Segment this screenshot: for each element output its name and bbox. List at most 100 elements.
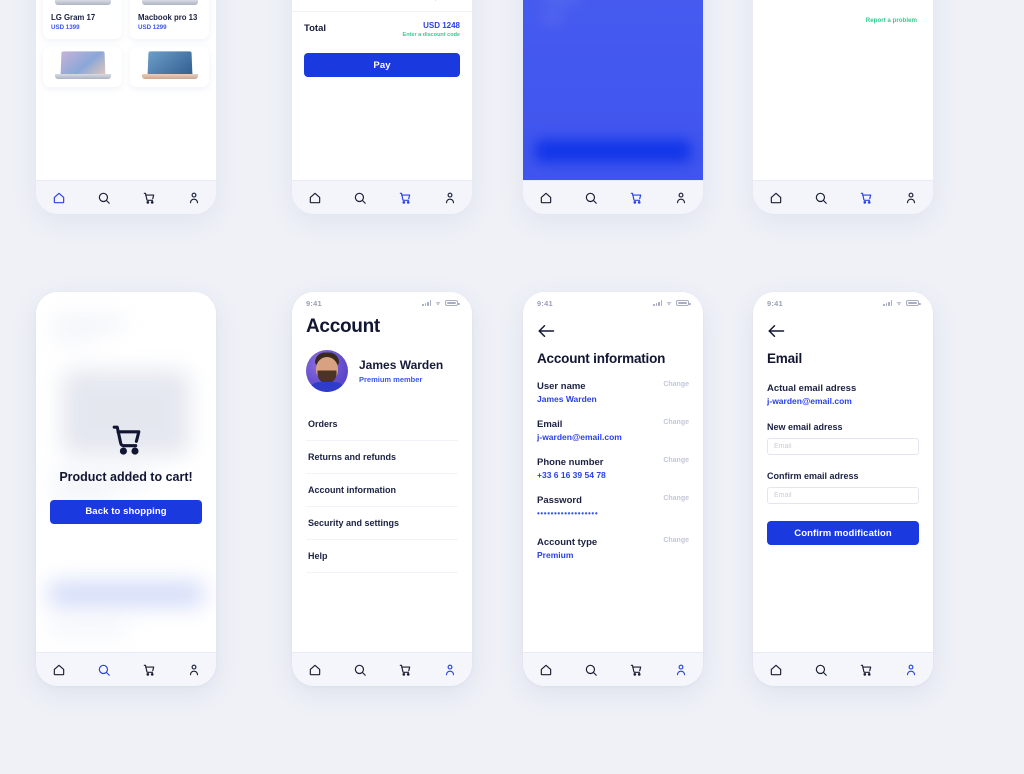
phone-account: 9:41 Account James Warden Premium member — [292, 292, 472, 686]
tab-search[interactable] — [347, 185, 373, 211]
status-time: 9:41 — [767, 298, 783, 308]
tab-home[interactable] — [302, 657, 328, 683]
tab-home[interactable] — [763, 185, 789, 211]
new-email-input[interactable] — [767, 438, 919, 455]
cart-icon — [108, 421, 145, 458]
menu-item-security[interactable]: Security and settings — [306, 507, 458, 540]
tab-account[interactable] — [181, 657, 207, 683]
profile-name: James Warden — [359, 358, 444, 372]
product-image — [51, 0, 114, 13]
order-validate-screen: Order validate! — [523, 0, 703, 180]
product-image — [138, 51, 201, 79]
arrow-left-icon[interactable] — [767, 324, 785, 342]
confirm-modification-button[interactable]: Confirm modification — [767, 521, 919, 545]
validate-background: Order validate! — [523, 0, 703, 180]
tab-search[interactable] — [578, 185, 604, 211]
tab-search[interactable] — [578, 657, 604, 683]
tab-account[interactable] — [181, 185, 207, 211]
row-label: Total — [304, 23, 326, 34]
tab-account[interactable] — [668, 657, 694, 683]
mockup-canvas: Surface laptop 3 USD 999 XPS laptop 13 U… — [0, 0, 1024, 774]
actual-email-value: j-warden@email.com — [767, 396, 852, 406]
product-card[interactable] — [130, 47, 209, 87]
checkout-row-total[interactable]: Total USD 1248 Enter a discount code — [292, 12, 472, 47]
menu-item-account-information[interactable]: Account information — [306, 474, 458, 507]
ghost-button-block — [535, 140, 691, 162]
row-value: USD 1248 — [423, 21, 460, 30]
tab-home[interactable] — [533, 185, 559, 211]
tab-search[interactable] — [91, 185, 117, 211]
product-card[interactable]: LG Gram 17 USD 1399 — [43, 0, 122, 39]
bottom-tab-bar — [292, 652, 472, 686]
tab-cart[interactable] — [853, 657, 879, 683]
tab-search[interactable] — [808, 185, 834, 211]
report-problem-link[interactable]: Report a problem — [753, 7, 933, 24]
status-time: 9:41 — [537, 298, 553, 308]
product-card[interactable] — [43, 47, 122, 87]
checkout-screen: iPhone 11 Pro USD 999 White x1 Airpods P… — [292, 0, 472, 180]
tab-account[interactable] — [437, 185, 463, 211]
change-link[interactable]: Change — [663, 537, 689, 544]
field-label: Password — [537, 495, 582, 506]
tab-search[interactable] — [347, 657, 373, 683]
tab-account[interactable] — [668, 185, 694, 211]
tab-search[interactable] — [91, 657, 117, 683]
phone-product-grid: Surface laptop 3 USD 999 XPS laptop 13 U… — [36, 0, 216, 214]
change-link[interactable]: Change — [663, 495, 689, 502]
bottom-tab-bar — [292, 180, 472, 214]
tab-account[interactable] — [437, 657, 463, 683]
tab-cart[interactable] — [136, 657, 162, 683]
tab-cart[interactable] — [392, 657, 418, 683]
actual-email-label: Actual email adress — [767, 383, 857, 394]
tab-home[interactable] — [46, 657, 72, 683]
change-link[interactable]: Change — [663, 381, 689, 388]
actual-email-block: Actual email adress j-warden@email.com — [767, 383, 919, 406]
product-grid: Surface laptop 3 USD 999 XPS laptop 13 U… — [36, 0, 216, 87]
product-name: Macbook pro 13 — [138, 13, 198, 22]
profile-header[interactable]: James Warden Premium member — [306, 350, 458, 392]
tab-cart[interactable] — [392, 185, 418, 211]
tab-home[interactable] — [763, 657, 789, 683]
tab-account[interactable] — [898, 657, 924, 683]
tab-cart[interactable] — [136, 185, 162, 211]
product-image — [138, 0, 201, 13]
menu-item-orders[interactable]: Orders — [306, 408, 458, 441]
wifi-icon — [666, 301, 672, 306]
change-link[interactable]: Change — [663, 419, 689, 426]
info-row-account-type: Account type Premium Change — [537, 537, 689, 560]
tab-home[interactable] — [533, 657, 559, 683]
confirm-email-input[interactable] — [767, 487, 919, 504]
signal-icon — [883, 300, 892, 306]
change-link[interactable]: Change — [663, 457, 689, 464]
bottom-tab-bar — [36, 652, 216, 686]
account-information-screen: 9:41 Account information User name James… — [523, 292, 703, 652]
menu-item-returns[interactable]: Returns and refunds — [306, 441, 458, 474]
field-value: James Warden — [537, 394, 597, 404]
status-bar: 9:41 — [523, 292, 703, 310]
tab-home[interactable] — [46, 185, 72, 211]
product-card[interactable]: Macbook pro 13 USD 1299 — [130, 0, 209, 39]
field-value: •••••••••••••••••• — [537, 509, 599, 518]
row-subtext: Expire 03/20 — [419, 0, 460, 2]
phone-account-information: 9:41 Account information User name James… — [523, 292, 703, 686]
avatar — [306, 350, 348, 392]
bottom-tab-bar — [753, 652, 933, 686]
info-row-user-name: User name James Warden Change — [537, 381, 689, 404]
discount-code-link[interactable]: Enter a discount code — [403, 32, 460, 38]
pay-button[interactable]: Pay — [304, 53, 460, 77]
arrow-left-icon[interactable] — [537, 324, 555, 342]
account-screen: 9:41 Account James Warden Premium member — [292, 292, 472, 652]
checkout-row-payment[interactable]: Payment Visa ***678 Expire 03/20 — [292, 0, 472, 12]
tab-search[interactable] — [808, 657, 834, 683]
tab-cart[interactable] — [623, 657, 649, 683]
ghost-text-block — [541, 14, 565, 21]
product-added-screen: Product added to cart! Back to shopping — [36, 292, 216, 652]
info-row-password: Password •••••••••••••••••• Change — [537, 495, 689, 518]
back-to-shopping-button[interactable]: Back to shopping — [50, 499, 202, 524]
tab-cart[interactable] — [853, 185, 879, 211]
tab-home[interactable] — [302, 185, 328, 211]
field-label: User name — [537, 381, 586, 392]
menu-item-help[interactable]: Help — [306, 540, 458, 573]
tab-cart[interactable] — [623, 185, 649, 211]
tab-account[interactable] — [898, 185, 924, 211]
